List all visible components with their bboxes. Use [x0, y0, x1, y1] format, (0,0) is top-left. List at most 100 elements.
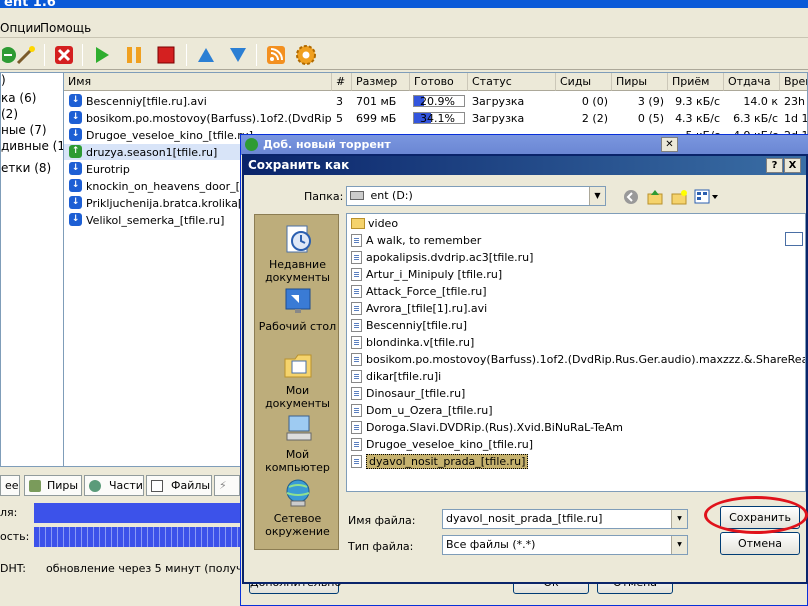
pause-icon[interactable] — [122, 43, 146, 67]
col-header-down[interactable]: Приём — [668, 73, 724, 91]
folder-select[interactable]: ent (D:) ▼ — [346, 186, 606, 206]
place-recent[interactable]: Недавние документы — [255, 223, 340, 284]
file-item[interactable]: Artur_i_Minipuly [tfile.ru] — [351, 267, 502, 284]
sidebar-item-labels[interactable]: етки (8) — [1, 161, 51, 177]
stop-icon[interactable] — [154, 43, 178, 67]
file-icon — [351, 353, 362, 366]
filename-input[interactable]: dyavol_nosit_prada_[tfile.ru] ▼ — [442, 509, 688, 529]
start-icon[interactable] — [90, 43, 114, 67]
create-torrent-icon[interactable] — [14, 43, 38, 67]
cell-seeds: 2 (2) — [581, 112, 608, 125]
help-button[interactable]: ? — [766, 158, 783, 173]
new-folder-icon[interactable] — [670, 188, 688, 206]
file-list: video A walk, to remember apokalipsis.dvdr… — [346, 213, 806, 492]
move-up-icon[interactable] — [194, 43, 218, 67]
tab-general[interactable]: ее — [0, 475, 20, 496]
col-header-peers[interactable]: Пиры — [612, 73, 668, 91]
file-item-label: Doroga.Slavi.DVDRip.(Rus).Xvid.BiNuRaL-T… — [366, 421, 623, 434]
save-dialog-close-button[interactable]: X — [784, 158, 801, 173]
menu-item-help[interactable]: Помощь — [40, 21, 91, 35]
col-header-size[interactable]: Размер — [352, 73, 410, 91]
tab-files[interactable]: Файлы — [146, 475, 212, 496]
speed-icon: ⚡ — [219, 479, 227, 492]
place-network-label: Сетевое окружение — [265, 512, 330, 538]
file-item-label: bosikom.po.mostovoy(Barfuss).1of2.(DvdRi… — [366, 353, 806, 366]
save-button[interactable]: Сохранить — [720, 506, 800, 529]
move-down-icon[interactable] — [226, 43, 250, 67]
sidebar-item-inactive[interactable]: дивные (1) — [1, 139, 70, 155]
rss-icon[interactable] — [264, 43, 288, 67]
remove-icon[interactable] — [52, 43, 76, 67]
file-icon — [351, 438, 362, 451]
place-network[interactable]: Сетевое окружение — [255, 477, 340, 538]
filename-dropdown-icon[interactable]: ▼ — [671, 510, 687, 528]
up-folder-icon[interactable] — [646, 188, 664, 206]
back-icon[interactable] — [622, 188, 640, 206]
menu-item-options[interactable]: Опции — [0, 21, 41, 35]
table-row[interactable]: ↓ bosikom.po.mostovoy(Barfuss).1of2.(DvdR… — [64, 110, 807, 126]
file-item[interactable]: Dom_u_Ozera_[tfile.ru] — [351, 403, 493, 420]
file-item[interactable]: dikar[tfile.ru]i — [351, 369, 441, 386]
col-header-seeds[interactable]: Сиды — [556, 73, 612, 91]
utorrent-icon — [245, 138, 258, 151]
col-header-num[interactable]: # — [332, 73, 352, 91]
folder-item[interactable]: video — [351, 216, 398, 233]
network-icon — [281, 477, 315, 509]
table-row[interactable]: ↓ Bescenniy[tfile.ru].avi 3 701 мБ Загрузка 0… — [64, 93, 807, 109]
add-torrent-close-button[interactable]: ✕ — [661, 137, 678, 152]
cell-peers: 3 (9) — [637, 95, 664, 108]
col-header-name[interactable]: Имя — [64, 73, 332, 91]
file-item[interactable]: Drugoe_veseloe_kino_[tfile.ru] — [351, 437, 533, 454]
file-item[interactable]: Attack_Force_[tfile.ru] — [351, 284, 487, 301]
folder-label: Папка: — [304, 190, 344, 203]
file-item[interactable]: dyavol_nosit_prada_[tfile.ru] — [351, 454, 529, 471]
filetype-select[interactable]: Все файлы (*.*) ▼ — [442, 535, 688, 555]
cell-size: 701 мБ — [356, 95, 397, 108]
availability-label: ость: — [0, 530, 30, 543]
file-item[interactable]: Dinosaur_[tfile.ru] — [351, 386, 465, 403]
tab-peers[interactable]: Пиры — [24, 475, 82, 496]
place-my-documents[interactable]: Мои документы — [255, 349, 340, 410]
settings-gear-icon[interactable] — [294, 43, 318, 67]
file-item[interactable]: Avrora_[tfile[1].ru].avi — [351, 301, 487, 318]
col-header-status[interactable]: Статус — [468, 73, 556, 91]
file-item-label: Dom_u_Ozera_[tfile.ru] — [366, 404, 493, 417]
file-item-label: A walk, to remember — [366, 234, 482, 247]
file-icon — [351, 319, 362, 332]
places-bar: Недавние документы Рабочий стол Мои доку… — [254, 214, 339, 550]
sidebar-item-completed[interactable]: (2) — [1, 107, 18, 123]
download-icon: ↓ — [69, 196, 82, 209]
cell-num: 5 — [336, 112, 343, 125]
file-item[interactable]: bosikom.po.mostovoy(Barfuss).1of2.(DvdRi… — [351, 352, 806, 369]
col-header-up[interactable]: Отдача — [724, 73, 780, 91]
tab-pieces[interactable]: Части — [84, 475, 144, 496]
file-icon — [351, 421, 362, 434]
sidebar-item-downloading[interactable]: ка (6) — [1, 91, 36, 107]
place-desktop[interactable]: Рабочий стол — [255, 285, 340, 333]
file-icon — [351, 234, 362, 247]
dht-value: обновление через 5 минут (получено — [46, 562, 264, 575]
chevron-down-icon[interactable]: ▼ — [589, 187, 605, 205]
sidebar-item-0[interactable]: ) — [1, 73, 6, 89]
file-item[interactable]: Bescenniy[tfile.ru] — [351, 318, 467, 335]
file-icon — [351, 268, 362, 281]
cell-size: 699 мБ — [356, 112, 397, 125]
cancel-button[interactable]: Отмена — [720, 532, 800, 555]
tab-speed[interactable]: ⚡ — [214, 475, 240, 496]
file-item[interactable]: apokalipsis.dvdrip.ac3[tfile.ru] — [351, 250, 533, 267]
filetype-dropdown-icon[interactable]: ▼ — [671, 536, 687, 554]
add-torrent-dialog-title: Доб. новый торрент — [241, 135, 808, 155]
sidebar-item-active[interactable]: ные (7) — [1, 123, 47, 139]
col-header-time[interactable]: Врем — [780, 73, 807, 91]
file-item[interactable]: A walk, to remember — [351, 233, 481, 250]
file-icon — [351, 251, 362, 264]
place-my-computer[interactable]: Мой компьютер — [255, 413, 340, 474]
file-item[interactable]: blondinka.v[tfile.ru] — [351, 335, 474, 352]
col-header-done[interactable]: Готово — [410, 73, 468, 91]
downloaded-bar — [34, 503, 240, 523]
cell-up: 14.0 к — [743, 95, 778, 108]
dht-label: DHT: — [0, 562, 26, 575]
cell-status: Загрузка — [472, 95, 525, 108]
file-item[interactable]: Doroga.Slavi.DVDRip.(Rus).Xvid.BiNuRaL-T… — [351, 420, 623, 437]
view-menu-icon[interactable] — [694, 188, 720, 206]
